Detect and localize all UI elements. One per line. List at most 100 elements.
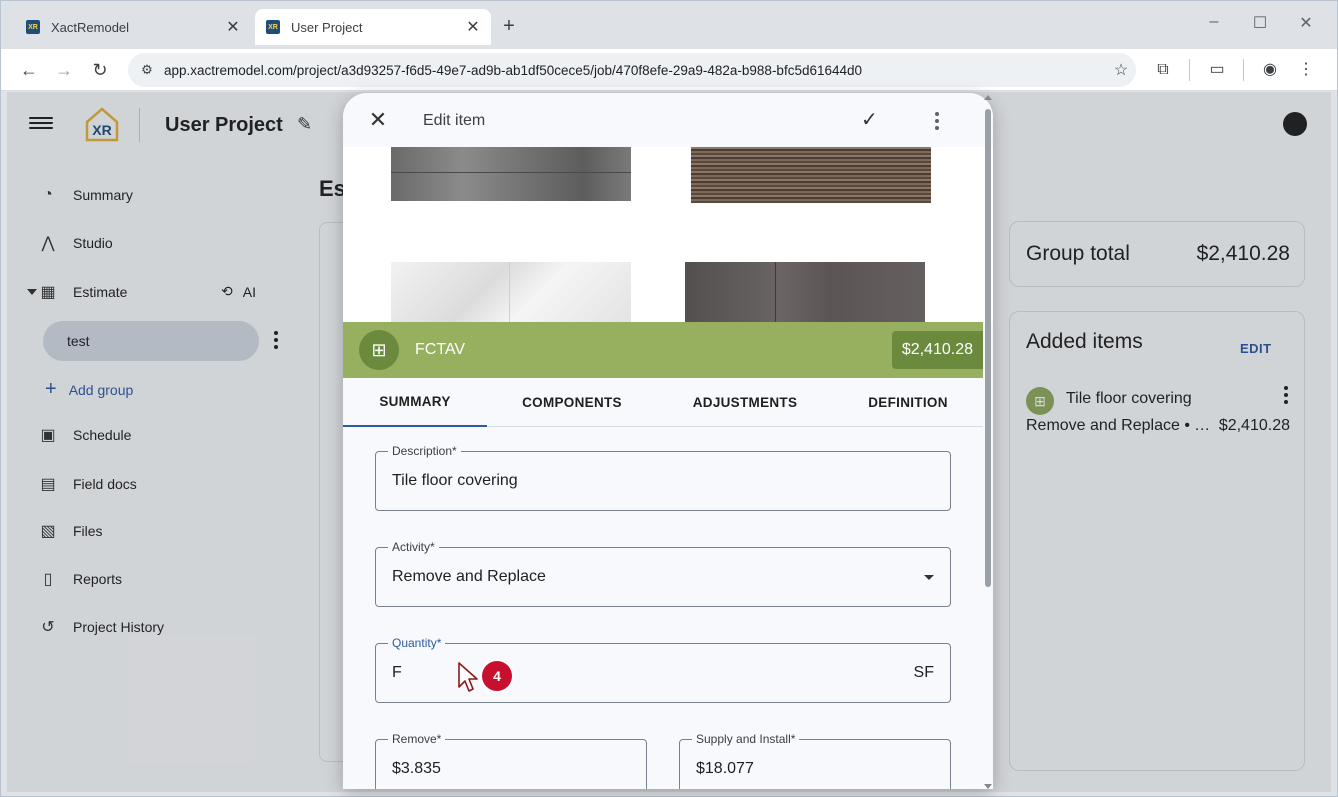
- browser-window: XR XactRemodel ✕ XR User Project ✕ + – ☐…: [0, 0, 1338, 797]
- sidebar-item-label: Field docs: [73, 476, 137, 492]
- tab-adjustments[interactable]: ADJUSTMENTS: [657, 378, 833, 427]
- group-more-icon[interactable]: [274, 331, 278, 352]
- clipboard-icon: ▤: [40, 476, 56, 493]
- ai-button[interactable]: ⟲ AI: [221, 283, 256, 300]
- material-swatch-dark-stone[interactable]: [685, 262, 925, 322]
- account-icon[interactable]: [1283, 112, 1307, 136]
- plus-icon: +: [45, 378, 57, 400]
- sidebar-item-label: Project History: [73, 619, 165, 635]
- xactremodel-logo[interactable]: XR: [83, 106, 121, 142]
- history-icon: ↺: [41, 619, 55, 636]
- activity-value[interactable]: Remove and Replace: [392, 568, 546, 586]
- images-icon: ▧: [40, 523, 56, 540]
- dialog-header: ✕ Edit item ✓: [343, 93, 993, 147]
- supply-install-value[interactable]: $18.077: [696, 760, 754, 778]
- calendar-icon: ▣: [40, 427, 56, 444]
- dialog-title: Edit item: [423, 112, 486, 129]
- project-title: User Project: [165, 114, 283, 136]
- appbar-divider: [139, 108, 140, 142]
- supply-install-price-field[interactable]: Supply and Install* $18.077: [679, 732, 951, 789]
- description-value[interactable]: Tile floor covering: [392, 472, 518, 490]
- group-item-test[interactable]: test: [43, 321, 259, 361]
- sidebar-item-summary[interactable]: ◔ Summary: [37, 181, 133, 209]
- edit-pencil-icon[interactable]: ✎: [297, 114, 312, 135]
- estimate-expand-caret-icon[interactable]: [27, 289, 37, 295]
- material-swatch-gray-plank[interactable]: [391, 147, 631, 201]
- new-tab-icon[interactable]: +: [498, 15, 520, 37]
- description-field[interactable]: Description* Tile floor covering: [375, 444, 951, 511]
- site-info-icon[interactable]: ⚙: [138, 62, 156, 78]
- material-swatch-white-marble[interactable]: [391, 262, 631, 322]
- tab-summary[interactable]: SUMMARY: [343, 378, 487, 427]
- address-bar[interactable]: ⚙ app.xactremodel.com/project/a3d93257-f…: [128, 53, 1136, 87]
- added-item-price: $2,410.28: [1218, 417, 1290, 434]
- bookmark-star-icon[interactable]: ☆: [1106, 60, 1136, 80]
- add-group-label: Add group: [68, 381, 134, 398]
- browser-menu-icon[interactable]: ⋮: [1294, 58, 1318, 82]
- supply-install-label: Supply and Install*: [692, 732, 800, 746]
- activity-select[interactable]: Activity* Remove and Replace: [375, 540, 951, 607]
- tab-components[interactable]: COMPONENTS: [487, 378, 657, 427]
- dialog-scrollbar[interactable]: [984, 95, 992, 789]
- sidebar-item-label: Schedule: [73, 427, 132, 443]
- sidebar-item-project-history[interactable]: ↺ Project History: [37, 613, 164, 641]
- hamburger-menu-icon[interactable]: [29, 114, 53, 134]
- close-tab-icon[interactable]: ✕: [465, 17, 481, 37]
- quantity-value[interactable]: F: [392, 664, 402, 682]
- tab-definition[interactable]: DEFINITION: [833, 378, 983, 427]
- added-item-name[interactable]: Tile floor covering: [1066, 390, 1192, 408]
- tab-xactremodel[interactable]: XR XactRemodel ✕: [15, 9, 251, 45]
- item-banner: ⊞ FCTAV $2,410.28: [343, 322, 983, 378]
- sidebar-item-label: Summary: [73, 187, 133, 203]
- url-text[interactable]: app.xactremodel.com/project/a3d93257-f6d…: [164, 63, 1106, 78]
- reload-icon[interactable]: ↻: [88, 58, 112, 82]
- mouse-pointer-icon: [458, 662, 478, 692]
- sidebar-item-studio[interactable]: ⋀ Studio: [37, 229, 112, 257]
- xactremodel-favicon-icon: XR: [266, 20, 280, 34]
- close-icon[interactable]: ✕: [367, 107, 389, 133]
- group-total-card: Group total $2,410.28: [1009, 221, 1305, 287]
- material-swatch-brown-wood[interactable]: [691, 147, 931, 203]
- material-gallery: [343, 147, 993, 322]
- forward-arrow-icon[interactable]: →: [52, 58, 76, 82]
- dialog-more-icon[interactable]: [935, 112, 939, 133]
- remove-price-field[interactable]: Remove* $3.835: [375, 732, 647, 789]
- sidebar-item-reports[interactable]: ▯ Reports: [37, 565, 122, 593]
- profile-icon[interactable]: ◉: [1258, 58, 1282, 82]
- extensions-icon[interactable]: ⧉: [1151, 58, 1175, 82]
- quantity-label: Quantity*: [388, 636, 446, 650]
- group-total-value: $2,410.28: [1196, 242, 1290, 265]
- sidebar-item-field-docs[interactable]: ▤ Field docs: [37, 470, 137, 498]
- remove-label: Remove*: [388, 732, 446, 746]
- sidebar-item-label: Estimate: [73, 284, 128, 300]
- scroll-up-arrow-icon[interactable]: [984, 95, 992, 100]
- remove-value[interactable]: $3.835: [392, 760, 441, 778]
- sidebar-item-schedule[interactable]: ▣ Schedule: [37, 421, 131, 449]
- edit-items-button[interactable]: EDIT: [1240, 341, 1272, 356]
- document-icon: ▯: [43, 571, 53, 588]
- tab-title: XactRemodel: [51, 19, 130, 35]
- minimize-icon[interactable]: –: [1199, 13, 1229, 31]
- edit-item-dialog: ✕ Edit item ✓ ⊞ FCTAV $2,410.28 SUMMARY …: [343, 93, 993, 789]
- toolbar-separator: [1189, 59, 1190, 81]
- svg-text:XR: XR: [92, 122, 111, 138]
- scroll-down-arrow-icon[interactable]: [984, 784, 992, 789]
- tab-user-project[interactable]: XR User Project ✕: [255, 9, 491, 45]
- dropdown-arrow-icon[interactable]: [924, 575, 934, 580]
- sidebar-item-estimate[interactable]: ▦ Estimate: [37, 278, 127, 306]
- added-item-more-icon[interactable]: [1284, 386, 1288, 407]
- item-code: FCTAV: [415, 341, 466, 358]
- sidebar-item-label: Files: [73, 523, 103, 539]
- cast-search-icon[interactable]: ▭: [1205, 58, 1229, 82]
- calculator-icon: ▦: [40, 284, 56, 301]
- scrollbar-thumb[interactable]: [985, 109, 991, 587]
- back-arrow-icon[interactable]: ←: [17, 58, 41, 82]
- sidebar-item-files[interactable]: ▧ Files: [37, 517, 103, 545]
- save-check-icon[interactable]: ✓: [861, 107, 878, 132]
- tab-strip: XR XactRemodel ✕ XR User Project ✕ + – ☐…: [1, 1, 1337, 49]
- close-window-icon[interactable]: ✕: [1291, 13, 1321, 33]
- tab-title: User Project: [291, 19, 363, 35]
- maximize-icon[interactable]: ☐: [1245, 13, 1275, 33]
- close-tab-icon[interactable]: ✕: [225, 17, 241, 37]
- add-group-button[interactable]: + Add group: [45, 378, 133, 401]
